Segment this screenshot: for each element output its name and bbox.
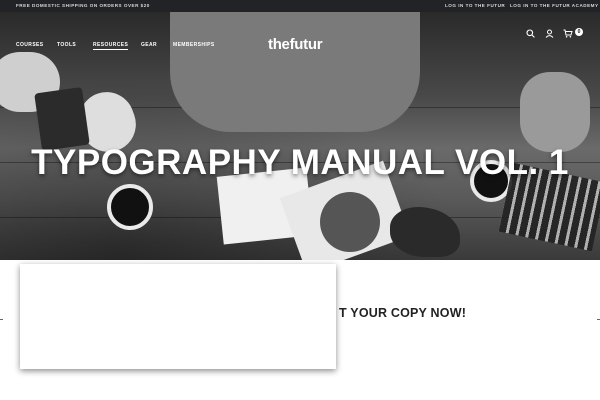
site-logo[interactable]: thefutur — [268, 36, 323, 53]
login-academy-link[interactable]: LOG IN TO THE FUTUR ACADEMY — [510, 3, 599, 8]
cart-icon[interactable] — [563, 29, 573, 38]
cart-count: 0 — [577, 29, 581, 35]
nav-item-gear[interactable]: GEAR — [141, 42, 157, 48]
coffee-cup-left — [107, 184, 153, 230]
device-shape — [34, 86, 90, 152]
cart-count-badge: 0 — [575, 28, 583, 36]
cta-heading: T YOUR COPY NOW! — [339, 306, 467, 320]
popup-dialog[interactable] — [20, 264, 336, 369]
plant-shape — [390, 207, 460, 257]
shipping-notice: FREE DOMESTIC SHIPPING ON ORDERS OVER $2… — [16, 3, 150, 8]
carousel-edge-left — [0, 319, 3, 320]
announcement-bar: FREE DOMESTIC SHIPPING ON ORDERS OVER $2… — [0, 0, 600, 12]
circle-graphic — [320, 192, 380, 252]
nav-item-memberships[interactable]: MEMBERSHIPS — [173, 42, 215, 48]
hero-title: TYPOGRAPHY MANUAL VOL. 1 — [31, 143, 569, 182]
nav-item-courses[interactable]: COURSES — [16, 42, 44, 48]
arm-shape-right — [520, 72, 590, 152]
search-icon[interactable] — [526, 29, 535, 38]
login-futur-link[interactable]: LOG IN TO THE FUTUR — [445, 3, 505, 8]
nav-item-tools[interactable]: TOOLS — [57, 42, 76, 48]
hero-banner: COURSES TOOLS RESOURCES GEAR MEMBERSHIPS… — [0, 12, 600, 260]
account-icon[interactable] — [545, 29, 554, 38]
nav-item-resources[interactable]: RESOURCES — [93, 42, 129, 50]
torso-shape — [170, 12, 420, 132]
